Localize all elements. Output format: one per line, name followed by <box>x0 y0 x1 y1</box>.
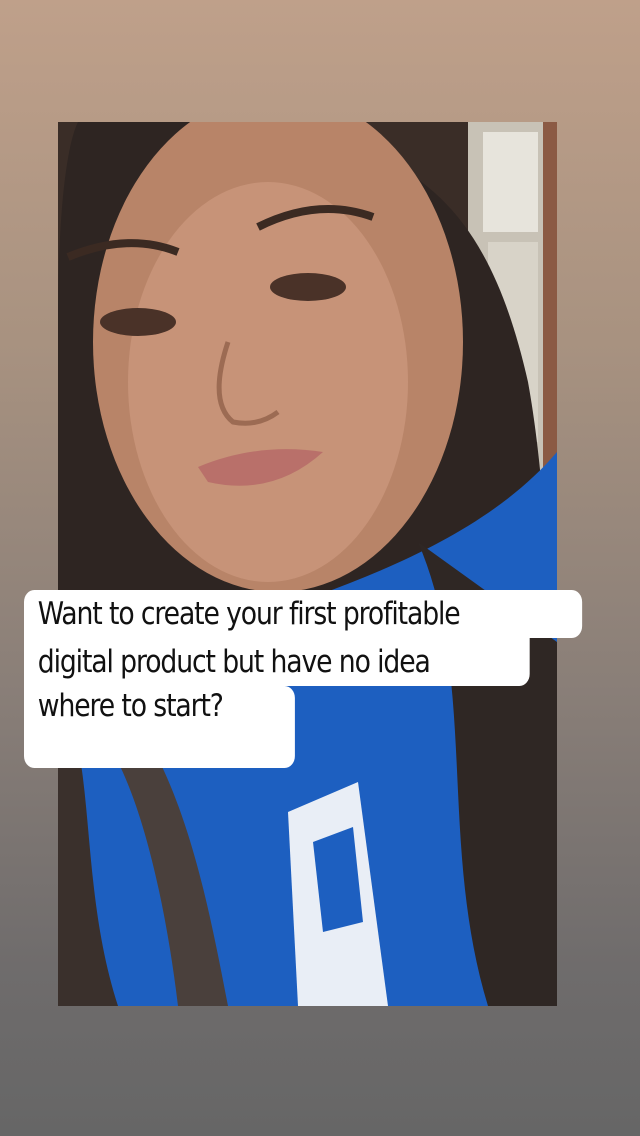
selfie-video-image <box>58 122 557 1006</box>
story-video-frame[interactable] <box>58 122 557 1006</box>
